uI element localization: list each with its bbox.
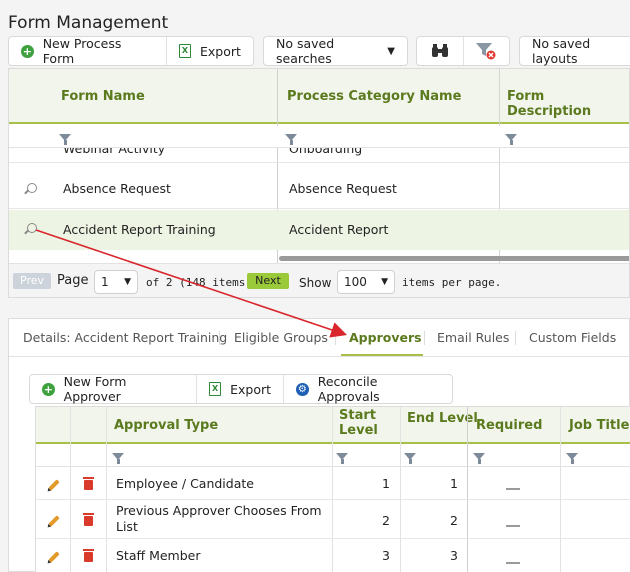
binoculars-icon bbox=[431, 44, 448, 57]
view-icon[interactable] bbox=[27, 183, 37, 193]
excel-icon: X bbox=[209, 382, 222, 396]
active-tab-indicator bbox=[341, 354, 423, 356]
excel-icon: X bbox=[179, 44, 191, 58]
next-button[interactable]: Next bbox=[247, 273, 289, 289]
view-icon[interactable] bbox=[27, 223, 37, 233]
edit-icon[interactable] bbox=[48, 479, 60, 491]
required-indicator bbox=[506, 525, 520, 527]
column-process-category[interactable]: Process Category Name bbox=[287, 89, 461, 104]
pager: Prev Page 1 ▼ of 2 (148 items) Next Show… bbox=[9, 263, 629, 297]
forms-grid: Form Name Process Category Name Form Des… bbox=[8, 68, 630, 298]
grid-header: Form Name Process Category Name Form Des… bbox=[9, 69, 629, 124]
new-process-form-button[interactable]: + New Process Form bbox=[9, 36, 166, 66]
tab-approvers[interactable]: Approvers bbox=[349, 330, 422, 345]
grid-toolbar: + New Process Form X Export bbox=[8, 36, 254, 66]
filter-icon[interactable] bbox=[112, 453, 124, 464]
column-form-name[interactable]: Form Name bbox=[61, 89, 145, 104]
plus-icon: + bbox=[21, 44, 34, 58]
tab-custom-fields[interactable]: Custom Fields bbox=[529, 330, 616, 345]
gear-icon: ⚙ bbox=[296, 382, 309, 396]
filter-icon[interactable] bbox=[473, 453, 485, 464]
table-row-selected[interactable]: Accident Report Training Accident Report bbox=[9, 210, 629, 250]
chevron-down-icon: ▼ bbox=[124, 277, 131, 287]
filter-icon[interactable] bbox=[59, 134, 71, 145]
approver-toolbar: + New Form Approver X Export ⚙ Reconcile… bbox=[29, 374, 453, 404]
filter-icon[interactable] bbox=[285, 134, 297, 145]
delete-icon[interactable] bbox=[83, 549, 94, 562]
export-button[interactable]: X Export bbox=[196, 375, 283, 403]
clear-filter-button[interactable] bbox=[462, 37, 509, 65]
column-form-description[interactable]: Form Description bbox=[507, 89, 629, 119]
column-job-title[interactable]: Job Title bbox=[569, 418, 629, 433]
page-title: Form Management bbox=[8, 13, 169, 33]
filter-icon[interactable] bbox=[404, 453, 416, 464]
filter-row bbox=[9, 126, 629, 148]
filter-icon[interactable] bbox=[336, 453, 348, 464]
approvers-filter-row bbox=[36, 446, 630, 467]
page-select[interactable]: 1 ▼ bbox=[94, 270, 138, 294]
tab-email-rules[interactable]: Email Rules bbox=[437, 330, 509, 345]
filter-icon[interactable] bbox=[505, 134, 517, 145]
details-panel: Details: Accident Report Training Eligib… bbox=[8, 318, 630, 572]
edit-icon[interactable] bbox=[48, 551, 60, 563]
search-button[interactable] bbox=[417, 37, 463, 65]
tab-details[interactable]: Details: Accident Report Training bbox=[23, 330, 227, 345]
column-required[interactable]: Required bbox=[476, 418, 542, 433]
table-row[interactable]: Previous Approver Chooses From List 2 2 bbox=[36, 501, 630, 539]
filter-icon[interactable] bbox=[566, 453, 578, 464]
table-row[interactable]: Webinar Activity Onboarding bbox=[9, 148, 629, 163]
saved-searches-select[interactable]: No saved searches ▼ bbox=[263, 36, 408, 66]
table-row[interactable]: Absence Request Absence Request bbox=[9, 169, 629, 209]
delete-icon[interactable] bbox=[83, 513, 94, 526]
page-size-select[interactable]: 100 ▼ bbox=[337, 270, 395, 294]
column-start-level[interactable]: Start Level bbox=[339, 408, 378, 438]
approvers-grid-header: Approval Type Start Level End Level Requ… bbox=[36, 407, 630, 444]
saved-layouts-select[interactable]: No saved layouts bbox=[519, 36, 630, 66]
detail-tabs: Details: Accident Report Training Eligib… bbox=[9, 319, 629, 357]
prev-button[interactable]: Prev bbox=[13, 273, 51, 289]
table-row[interactable]: Employee / Candidate 1 1 bbox=[36, 468, 630, 500]
chevron-down-icon: ▼ bbox=[381, 277, 388, 287]
edit-icon[interactable] bbox=[48, 515, 60, 527]
clear-filter-icon bbox=[476, 43, 496, 60]
approvers-grid: Approval Type Start Level End Level Requ… bbox=[35, 406, 630, 572]
reconcile-approvals-button[interactable]: ⚙ Reconcile Approvals bbox=[283, 374, 452, 404]
tab-eligible-groups[interactable]: Eligible Groups bbox=[234, 330, 328, 345]
column-approval-type[interactable]: Approval Type bbox=[114, 418, 218, 433]
required-indicator bbox=[506, 488, 520, 490]
search-tools bbox=[416, 36, 510, 66]
new-form-approver-button[interactable]: + New Form Approver bbox=[30, 374, 196, 404]
required-indicator bbox=[506, 562, 520, 564]
plus-icon: + bbox=[42, 382, 55, 396]
delete-icon[interactable] bbox=[83, 477, 94, 490]
table-row[interactable]: Staff Member 3 3 bbox=[36, 540, 630, 572]
chevron-down-icon: ▼ bbox=[387, 45, 395, 57]
export-button[interactable]: X Export bbox=[166, 37, 253, 65]
horizontal-scrollbar[interactable] bbox=[279, 256, 629, 261]
